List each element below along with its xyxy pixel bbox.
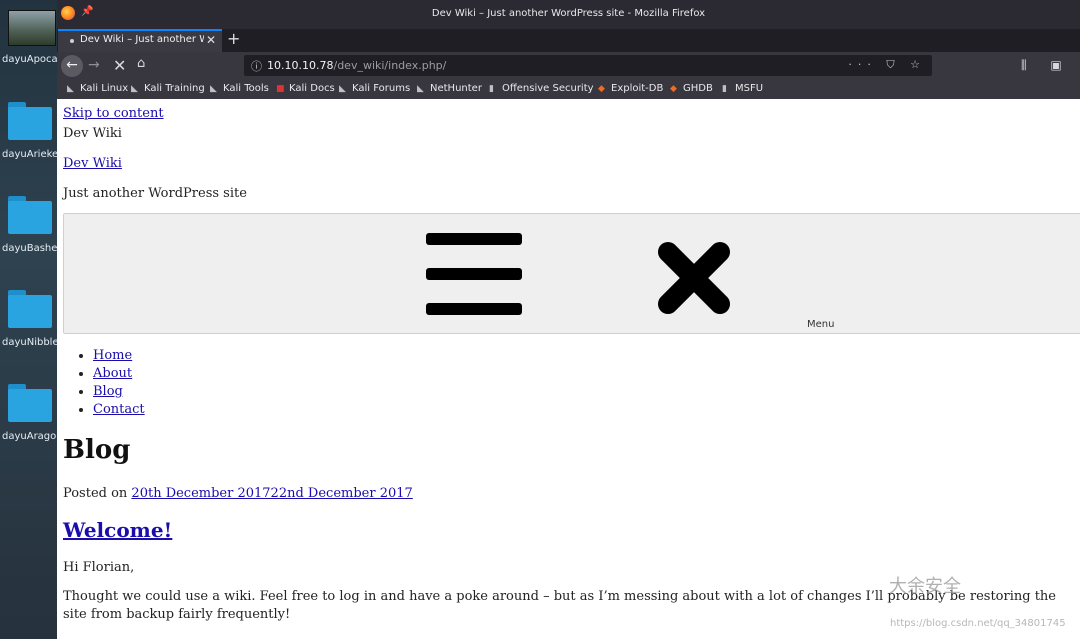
watermark-url: https://blog.csdn.net/qq_34801745 bbox=[890, 618, 1066, 629]
tab-dev-wiki[interactable]: Dev Wiki – Just another W ✕ bbox=[58, 29, 222, 52]
bookmark-ghdb[interactable]: ◆ GHDB bbox=[670, 83, 713, 94]
bookmark-kali-linux[interactable]: ◣ Kali Linux bbox=[67, 83, 128, 94]
nav-item-contact: Contact bbox=[93, 401, 145, 419]
bookmark-nethunter[interactable]: ◣ NetHunter bbox=[417, 83, 482, 94]
page-actions-icon[interactable]: ··· ⛉ ☆ bbox=[848, 58, 926, 72]
firefox-window: 📌 Dev Wiki – Just another WordPress site… bbox=[57, 0, 1080, 639]
bookmark-exploit-db[interactable]: ◆ Exploit-DB bbox=[598, 83, 663, 94]
offsec-icon: ▮ bbox=[489, 84, 494, 94]
desktop-icon-label[interactable]: dayuBashec bbox=[2, 243, 57, 254]
hamburger-icon bbox=[426, 233, 522, 315]
site-title-text: Dev Wiki bbox=[63, 126, 122, 141]
post-date-link[interactable]: 20th December 201722nd December 2017 bbox=[131, 486, 412, 501]
new-tab-button[interactable]: + bbox=[227, 29, 240, 48]
url-host: 10.10.10.78 bbox=[267, 59, 334, 72]
nav-link-home[interactable]: Home bbox=[93, 348, 132, 363]
menu-label: Menu bbox=[807, 319, 835, 330]
desktop-icon-label[interactable]: dayuArago bbox=[2, 431, 56, 442]
page-content: Skip to content Dev Wiki Dev Wiki Just a… bbox=[57, 99, 1080, 639]
primary-nav: Home About Blog Contact bbox=[63, 347, 145, 419]
site-tagline: Just another WordPress site bbox=[63, 186, 247, 201]
skip-to-content-link[interactable]: Skip to content bbox=[63, 106, 164, 121]
kali-dragon-icon: ◣ bbox=[210, 84, 217, 94]
bookmark-kali-tools[interactable]: ◣ Kali Tools bbox=[210, 83, 269, 94]
navigation-toolbar: ← → ✕ ⌂ ⓘ 10.10.10.78/dev_wiki/index.php… bbox=[57, 52, 1080, 80]
nav-item-home: Home bbox=[93, 347, 145, 365]
post-title-link[interactable]: Welcome! bbox=[63, 518, 172, 542]
nav-item-about: About bbox=[93, 365, 145, 383]
desktop-icon-label[interactable]: dayuNibble bbox=[2, 337, 57, 348]
desktop-thumbnail[interactable] bbox=[8, 10, 56, 46]
folder-icon[interactable] bbox=[8, 384, 52, 422]
title-bar: 📌 Dev Wiki – Just another WordPress site… bbox=[57, 0, 1080, 29]
url-bar[interactable]: ⓘ 10.10.10.78/dev_wiki/index.php/ ··· ⛉ … bbox=[244, 55, 932, 76]
forward-button[interactable]: → bbox=[88, 57, 100, 73]
kali-dragon-icon: ◣ bbox=[417, 84, 424, 94]
watermark-text: 大余安全 bbox=[889, 576, 961, 597]
kali-dragon-icon: ◣ bbox=[131, 84, 138, 94]
desktop: dayuApocaly dayuArieke dayuBashec dayuNi… bbox=[0, 0, 57, 639]
exploitdb-icon: ◆ bbox=[598, 84, 605, 94]
menu-toggle-button[interactable]: Menu bbox=[63, 213, 1080, 334]
close-icon bbox=[658, 242, 730, 314]
window-title: Dev Wiki – Just another WordPress site -… bbox=[431, 8, 706, 19]
tab-loading-icon bbox=[70, 39, 74, 43]
stop-button[interactable]: ✕ bbox=[113, 56, 126, 75]
bookmark-kali-training[interactable]: ◣ Kali Training bbox=[131, 83, 205, 94]
nav-item-blog: Blog bbox=[93, 383, 145, 401]
tab-title: Dev Wiki – Just another W bbox=[80, 34, 204, 45]
desktop-icon-label[interactable]: dayuArieke bbox=[2, 149, 57, 160]
tab-close-icon[interactable]: ✕ bbox=[206, 33, 216, 47]
url-path: /dev_wiki/index.php/ bbox=[333, 59, 447, 72]
site-info-icon[interactable]: ⓘ bbox=[251, 58, 262, 74]
nav-link-blog[interactable]: Blog bbox=[93, 384, 123, 399]
bookmark-offensive-security[interactable]: ▮ Offensive Security bbox=[489, 83, 594, 94]
home-icon[interactable]: ⌂ bbox=[137, 56, 145, 71]
tab-strip: Dev Wiki – Just another W ✕ + bbox=[57, 29, 1080, 52]
site-title-link[interactable]: Dev Wiki bbox=[63, 156, 122, 171]
desktop-icon-label[interactable]: dayuApocaly bbox=[2, 54, 57, 65]
post-meta: Posted on 20th December 201722nd Decembe… bbox=[63, 486, 413, 501]
back-button[interactable]: ← bbox=[61, 55, 83, 77]
posted-on-label: Posted on bbox=[63, 486, 132, 501]
offsec-icon: ▮ bbox=[722, 84, 727, 94]
folder-icon[interactable] bbox=[8, 290, 52, 328]
folder-icon[interactable] bbox=[8, 102, 52, 140]
folder-icon[interactable] bbox=[8, 196, 52, 234]
kali-docs-icon: ■ bbox=[276, 84, 285, 94]
nav-link-contact[interactable]: Contact bbox=[93, 402, 145, 417]
kali-dragon-icon: ◣ bbox=[67, 84, 74, 94]
url-text[interactable]: 10.10.10.78/dev_wiki/index.php/ bbox=[267, 59, 446, 72]
toolbar-right-icons[interactable]: ⫼ ▣ ▮ bbox=[1021, 58, 1080, 73]
exploitdb-icon: ◆ bbox=[670, 84, 677, 94]
bookmark-msfu[interactable]: ▮ MSFU bbox=[722, 83, 763, 94]
nav-link-about[interactable]: About bbox=[93, 366, 132, 381]
page-heading: Blog bbox=[63, 435, 131, 465]
kali-dragon-icon: ◣ bbox=[339, 84, 346, 94]
bookmark-kali-forums[interactable]: ◣ Kali Forums bbox=[339, 83, 410, 94]
bookmark-kali-docs[interactable]: ■ Kali Docs bbox=[276, 83, 335, 94]
bookmarks-toolbar: ◣ Kali Linux ◣ Kali Training ◣ Kali Tools ■… bbox=[57, 80, 1080, 99]
